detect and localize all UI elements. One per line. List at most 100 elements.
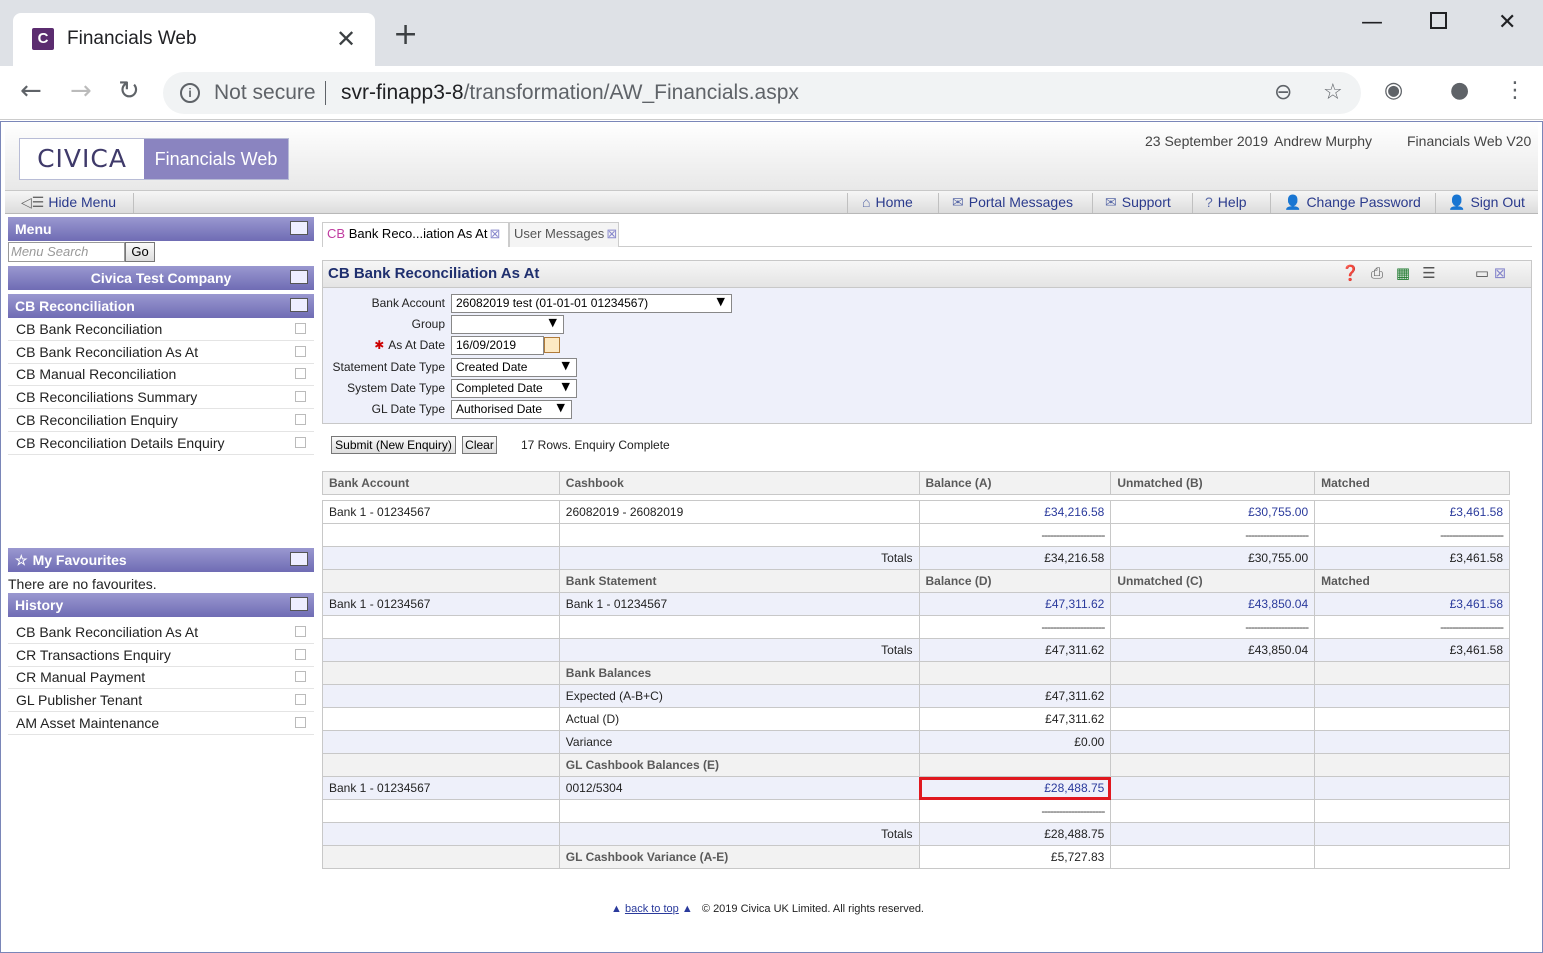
menu-search-input[interactable]: Menu Search <box>8 242 125 262</box>
tab-bank-reconciliation[interactable]: CB Bank Reco...iation As At ⊠ <box>322 222 509 247</box>
open-new-icon[interactable] <box>295 346 306 357</box>
minimize-icon[interactable]: — <box>1361 10 1383 35</box>
back-icon[interactable]: ← <box>20 76 42 106</box>
close-tab-icon[interactable]: ✕ <box>336 25 356 53</box>
pin-panel-icon[interactable] <box>290 221 308 235</box>
extension-icon[interactable]: ◉ <box>1384 78 1403 103</box>
history-item-label: AM Asset Maintenance <box>16 715 160 731</box>
unmatched-link[interactable]: £43,850.04 <box>1110 592 1316 616</box>
open-new-icon[interactable] <box>295 671 306 682</box>
menu-item[interactable]: CB Reconciliations Summary <box>8 386 314 409</box>
address-bar[interactable]: i Not secure svr-finapp3-8/transformatio… <box>163 72 1361 114</box>
home-button[interactable]: ⌂ Home <box>862 194 913 210</box>
open-new-icon[interactable] <box>295 626 306 637</box>
help-button[interactable]: ? Help <box>1205 194 1247 210</box>
hide-menu-button[interactable]: ◁☰ Hide Menu <box>21 194 116 211</box>
open-new-icon[interactable] <box>295 717 306 728</box>
gl-date-type-select[interactable]: Authorised Date ▼ <box>451 400 572 419</box>
cell <box>1314 753 1510 777</box>
sub-header-row: GL Cashbook Variance (A-E) £5,727.83 <box>322 845 1510 869</box>
open-new-icon[interactable] <box>295 323 306 334</box>
menu-item[interactable]: CB Bank Reconciliation As At <box>8 341 314 364</box>
menu-item[interactable]: CB Reconciliation Details Enquiry <box>8 432 314 455</box>
calendar-icon[interactable] <box>544 337 560 353</box>
print-icon[interactable]: ⎙ <box>1368 264 1386 282</box>
column-header[interactable]: Balance (A) <box>918 471 1112 495</box>
pin-panel-icon[interactable] <box>290 552 308 566</box>
matched-link[interactable]: £3,461.58 <box>1314 592 1510 616</box>
table-row: --------------------- ------------------… <box>322 523 1510 547</box>
pin-panel-icon[interactable] <box>290 597 308 611</box>
url-text[interactable]: svr-finapp3-8/transformation/AW_Financia… <box>341 81 799 105</box>
column-header[interactable]: Matched <box>1314 471 1510 495</box>
history-item[interactable]: CB Bank Reconciliation As At <box>8 621 314 644</box>
more-menu-icon[interactable]: ⋮ <box>1504 78 1526 103</box>
portal-messages-button[interactable]: ✉ Portal Messages <box>952 194 1073 211</box>
info-icon[interactable]: i <box>180 83 200 103</box>
gl-variance-label: GL Cashbook Variance (A-E) <box>558 845 920 869</box>
history-item[interactable]: AM Asset Maintenance <box>8 712 314 735</box>
cell: 0012/5304 <box>558 776 920 800</box>
help-icon[interactable]: ❓ <box>1341 264 1360 282</box>
unmatched-link[interactable]: £30,755.00 <box>1110 500 1316 524</box>
section-header[interactable]: CB Reconciliation <box>8 294 314 318</box>
menu-item[interactable]: CB Manual Reconciliation <box>8 363 314 386</box>
balance-link[interactable]: £47,311.62 <box>918 592 1112 616</box>
history-item[interactable]: CR Manual Payment <box>8 666 314 689</box>
system-date-type-select[interactable]: Completed Date ▼ <box>451 379 577 398</box>
close-tab-icon[interactable]: ⊠ <box>606 226 617 241</box>
section-header: GL Cashbook Balances (E) <box>558 753 920 777</box>
balance-link[interactable]: £34,216.58 <box>918 500 1112 524</box>
open-new-icon[interactable] <box>295 414 306 425</box>
menu-go-button[interactable]: Go <box>125 242 155 262</box>
change-password-button[interactable]: 👤 Change Password <box>1284 194 1421 211</box>
nav-divider <box>847 193 848 213</box>
pin-panel-icon[interactable] <box>290 298 308 312</box>
reload-icon[interactable]: ↻ <box>118 76 140 106</box>
as-at-date-input[interactable]: 16/09/2019 <box>451 336 544 355</box>
bookmark-star-icon[interactable]: ☆ <box>1323 80 1343 105</box>
column-header[interactable]: Bank Account <box>322 471 560 495</box>
history-item[interactable]: GL Publisher Tenant <box>8 689 314 712</box>
group-select[interactable]: ▼ <box>451 315 564 334</box>
browser-titlebar: C Financials Web ✕ + — ✕ <box>0 0 1543 66</box>
history-item-label: CB Bank Reconciliation As At <box>16 624 199 640</box>
menu-title: Menu <box>15 221 52 237</box>
close-page-icon[interactable]: ⊠ <box>1491 264 1509 282</box>
profile-icon[interactable]: ● <box>1450 78 1469 103</box>
maximize-icon[interactable] <box>1430 12 1447 29</box>
menu-item[interactable]: CB Bank Reconciliation <box>8 318 314 341</box>
clear-button[interactable]: Clear <box>462 436 497 454</box>
company-header[interactable]: Civica Test Company <box>8 266 314 290</box>
pin-page-icon[interactable]: ▭ <box>1473 264 1491 282</box>
open-new-icon[interactable] <box>295 437 306 448</box>
pin-panel-icon[interactable] <box>290 270 308 284</box>
column-header[interactable]: Cashbook <box>558 471 920 495</box>
open-new-icon[interactable] <box>295 649 306 660</box>
submit-button[interactable]: Submit (New Enquiry) <box>331 436 456 454</box>
column-header[interactable]: Unmatched (B) <box>1110 471 1316 495</box>
table-header-row: Bank Account Cashbook Balance (A) Unmatc… <box>322 471 1510 495</box>
report-icon[interactable]: ☰ <box>1420 264 1438 282</box>
back-to-top-link[interactable]: back to top <box>625 903 679 915</box>
close-tab-icon[interactable]: ⊠ <box>489 226 500 241</box>
close-window-icon[interactable]: ✕ <box>1498 10 1516 35</box>
excel-export-icon[interactable]: ▦ <box>1394 264 1412 282</box>
history-item[interactable]: CR Transactions Enquiry <box>8 644 314 667</box>
zoom-icon[interactable]: ⊖ <box>1274 80 1292 105</box>
forward-icon[interactable]: → <box>70 76 92 106</box>
tab-user-messages[interactable]: User Messages ⊠ <box>509 222 619 247</box>
new-tab-icon[interactable]: + <box>393 20 418 50</box>
gl-balance-link-highlighted[interactable]: £28,488.75 <box>918 776 1112 800</box>
open-new-icon[interactable] <box>295 368 306 379</box>
sign-out-button[interactable]: 👤 Sign Out <box>1448 194 1525 211</box>
matched-link[interactable]: £3,461.58 <box>1314 500 1510 524</box>
support-button[interactable]: ✉ Support <box>1105 194 1171 211</box>
bank-account-select[interactable]: 26082019 test (01-01-01 01234567) ▼ <box>451 294 732 313</box>
open-new-icon[interactable] <box>295 391 306 402</box>
browser-tab[interactable]: C Financials Web ✕ <box>13 13 375 66</box>
envelope-icon: ✉ <box>1105 194 1117 210</box>
open-new-icon[interactable] <box>295 694 306 705</box>
statement-date-type-select[interactable]: Created Date ▼ <box>451 358 577 377</box>
menu-item[interactable]: CB Reconciliation Enquiry <box>8 409 314 432</box>
